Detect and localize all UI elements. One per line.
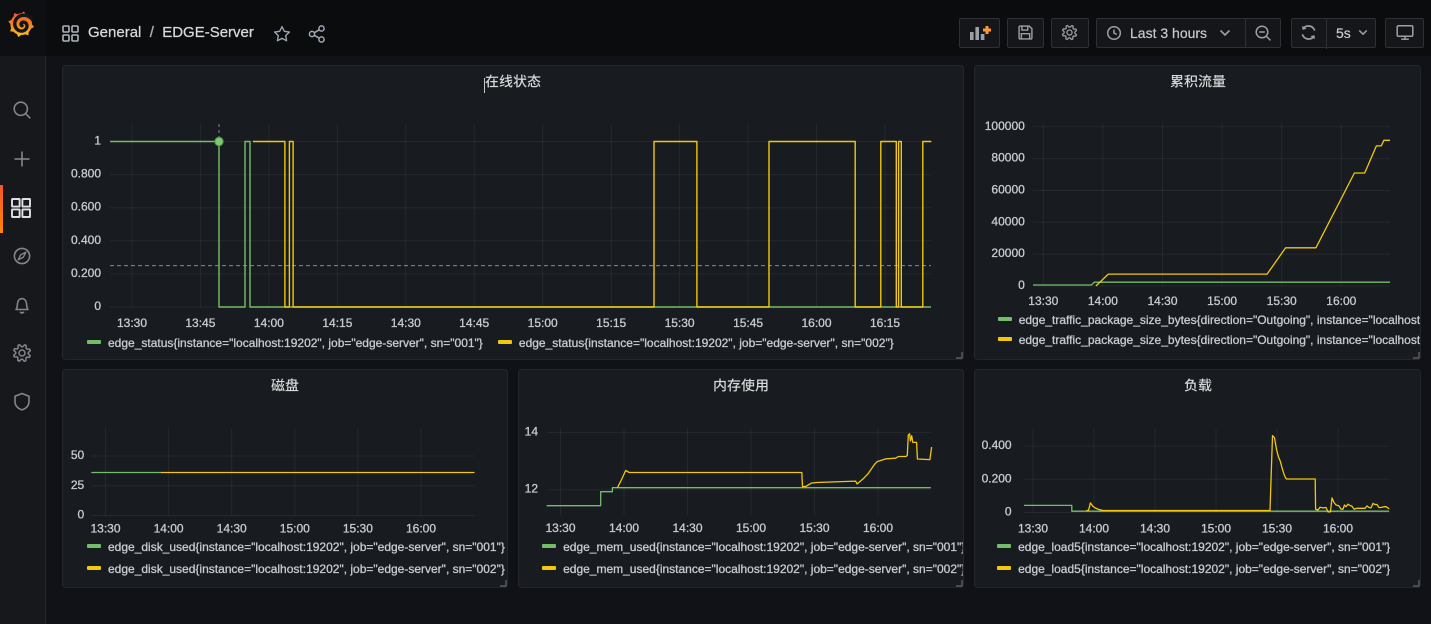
svg-text:0: 0 [78, 508, 85, 522]
svg-text:14:30: 14:30 [1147, 294, 1177, 308]
svg-text:14:15: 14:15 [322, 316, 352, 330]
svg-text:16:00: 16:00 [801, 316, 831, 330]
svg-text:0: 0 [1005, 505, 1012, 519]
svg-text:13:30: 13:30 [1018, 522, 1048, 536]
svg-text:16:15: 16:15 [870, 316, 900, 330]
svg-text:13:45: 13:45 [185, 316, 215, 330]
svg-text:0: 0 [1018, 278, 1025, 292]
svg-text:16:00: 16:00 [862, 521, 892, 535]
svg-text:16:00: 16:00 [1323, 522, 1353, 536]
svg-text:13:30: 13:30 [1028, 294, 1058, 308]
svg-text:13:30: 13:30 [117, 316, 147, 330]
svg-text:14:30: 14:30 [391, 316, 421, 330]
svg-text:20000: 20000 [991, 246, 1025, 260]
svg-text:100000: 100000 [985, 119, 1025, 133]
svg-text:0: 0 [94, 299, 101, 313]
svg-text:14:00: 14:00 [1088, 294, 1118, 308]
svg-text:14:00: 14:00 [254, 316, 284, 330]
svg-text:1: 1 [94, 134, 101, 148]
svg-text:0.400: 0.400 [982, 438, 1012, 452]
svg-text:80000: 80000 [991, 151, 1025, 165]
svg-text:15:00: 15:00 [280, 522, 310, 536]
svg-text:14:00: 14:00 [154, 522, 184, 536]
svg-text:60000: 60000 [991, 183, 1025, 197]
svg-text:13:30: 13:30 [545, 521, 575, 535]
svg-text:15:30: 15:30 [799, 521, 829, 535]
svg-text:14:30: 14:30 [672, 521, 702, 535]
svg-text:15:30: 15:30 [665, 316, 695, 330]
svg-text:0.400: 0.400 [71, 233, 101, 247]
svg-text:15:00: 15:00 [528, 316, 558, 330]
svg-text:15:30: 15:30 [343, 522, 373, 536]
svg-text:14:45: 14:45 [459, 316, 489, 330]
svg-text:12: 12 [524, 482, 538, 496]
svg-text:14:00: 14:00 [608, 521, 638, 535]
svg-text:13:30: 13:30 [90, 522, 120, 536]
svg-text:0.200: 0.200 [71, 266, 101, 280]
svg-text:0.800: 0.800 [71, 167, 101, 181]
svg-text:16:00: 16:00 [1326, 294, 1356, 308]
svg-text:14:00: 14:00 [1079, 522, 1109, 536]
svg-text:15:30: 15:30 [1267, 294, 1297, 308]
svg-text:15:00: 15:00 [1201, 522, 1231, 536]
svg-text:15:15: 15:15 [596, 316, 626, 330]
svg-text:14: 14 [524, 424, 538, 438]
svg-text:15:30: 15:30 [1262, 522, 1292, 536]
svg-text:15:00: 15:00 [1207, 294, 1237, 308]
svg-text:14:30: 14:30 [1140, 522, 1170, 536]
svg-text:40000: 40000 [991, 214, 1025, 228]
svg-text:0.600: 0.600 [71, 200, 101, 214]
svg-text:14:30: 14:30 [217, 522, 247, 536]
svg-text:50: 50 [71, 448, 85, 462]
svg-text:16:00: 16:00 [406, 522, 436, 536]
svg-text:25: 25 [71, 478, 85, 492]
svg-text:0.200: 0.200 [982, 471, 1012, 485]
svg-text:15:00: 15:00 [735, 521, 765, 535]
svg-text:15:45: 15:45 [733, 316, 763, 330]
